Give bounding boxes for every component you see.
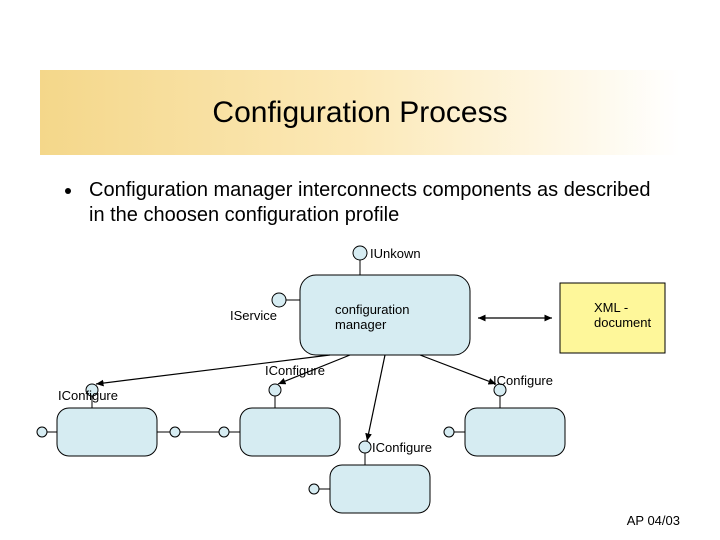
component-mid-box <box>240 408 340 456</box>
mid-side-port-icon <box>219 427 229 437</box>
right-side-port-icon <box>444 427 454 437</box>
bottom-top-port-icon <box>359 441 371 453</box>
iservice-port-icon <box>272 293 286 307</box>
component-left-box <box>57 408 157 456</box>
label-iservice: IService <box>230 308 277 323</box>
component-right-box <box>465 408 565 456</box>
label-iconfigure-upper: IConfigure <box>265 363 325 378</box>
label-xmldoc-l2: document <box>594 315 651 330</box>
left-side-port-icon <box>37 427 47 437</box>
label-config-manager: configuration manager <box>335 303 435 333</box>
diagram-svg <box>0 0 720 540</box>
label-iconfigure-right: IConfigure <box>493 373 553 388</box>
label-iconfigure-left: IConfigure <box>58 388 118 403</box>
component-bottom-box <box>330 465 430 513</box>
bottom-side-port-icon <box>309 484 319 494</box>
mid-top-port-icon <box>269 384 281 396</box>
label-iunknown: IUnkown <box>370 246 421 261</box>
footer-text: AP 04/03 <box>627 513 680 528</box>
label-iconfigure-bottom: IConfigure <box>372 440 432 455</box>
iunknown-port-icon <box>353 246 367 260</box>
label-xmldoc-l1: XML - <box>594 300 628 315</box>
left-right-port-icon <box>170 427 180 437</box>
